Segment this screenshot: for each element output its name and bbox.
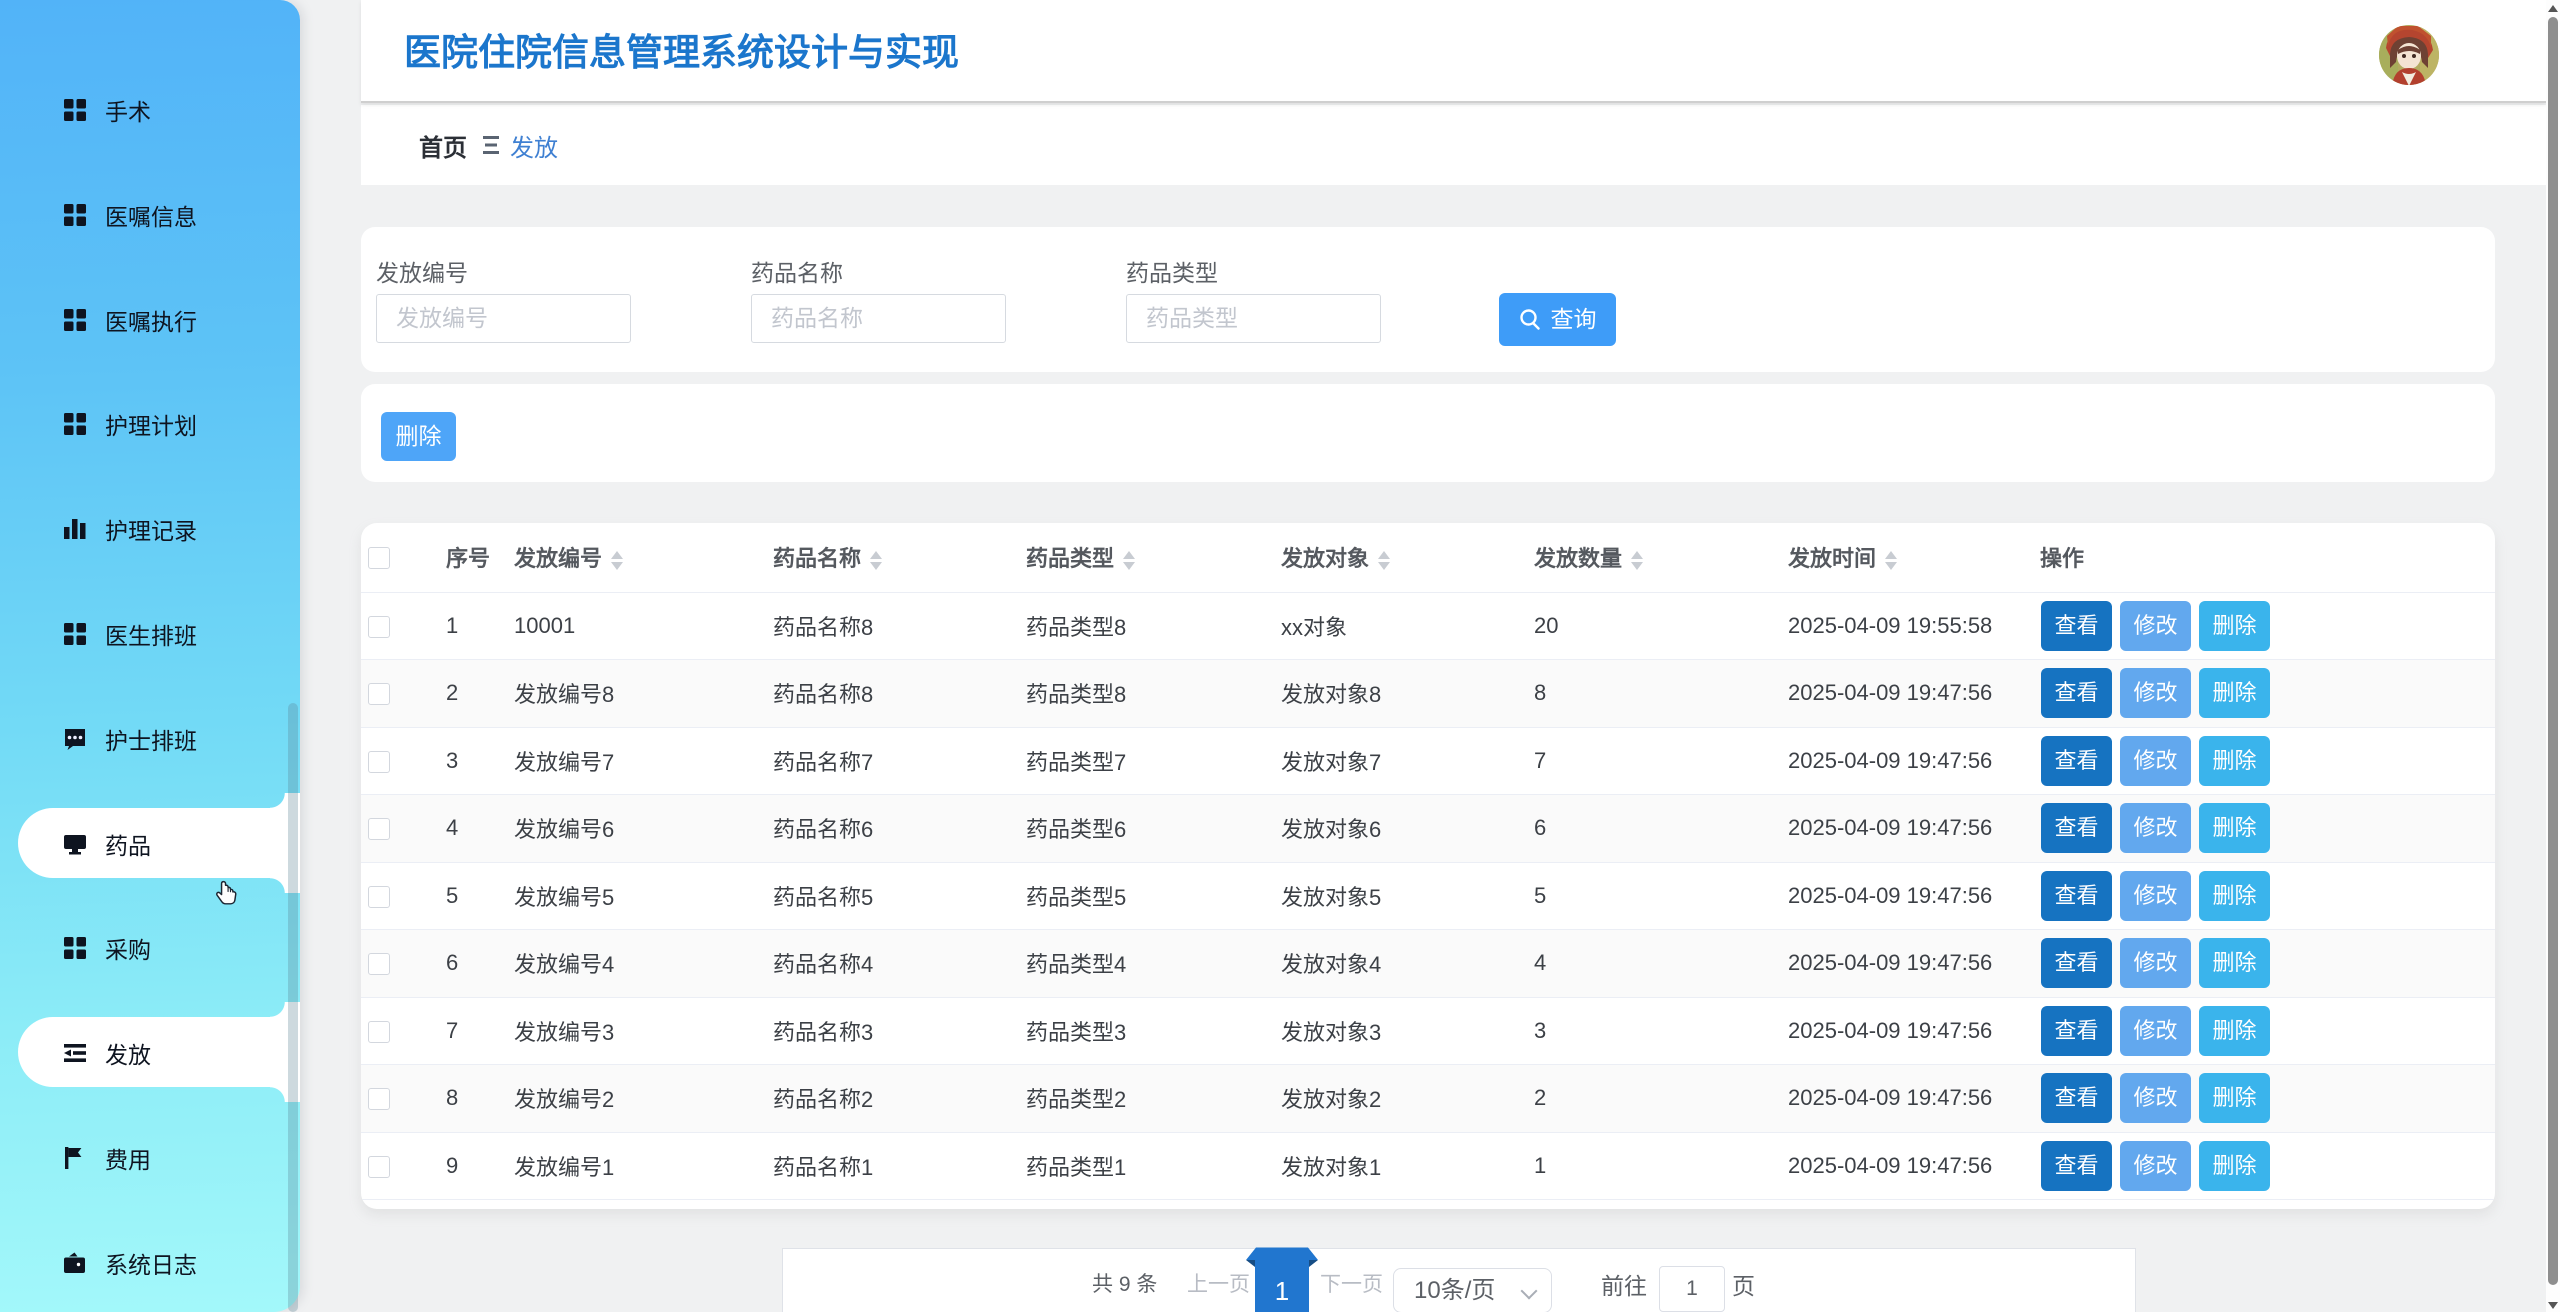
svg-text:1: 1 <box>1275 1276 1289 1306</box>
